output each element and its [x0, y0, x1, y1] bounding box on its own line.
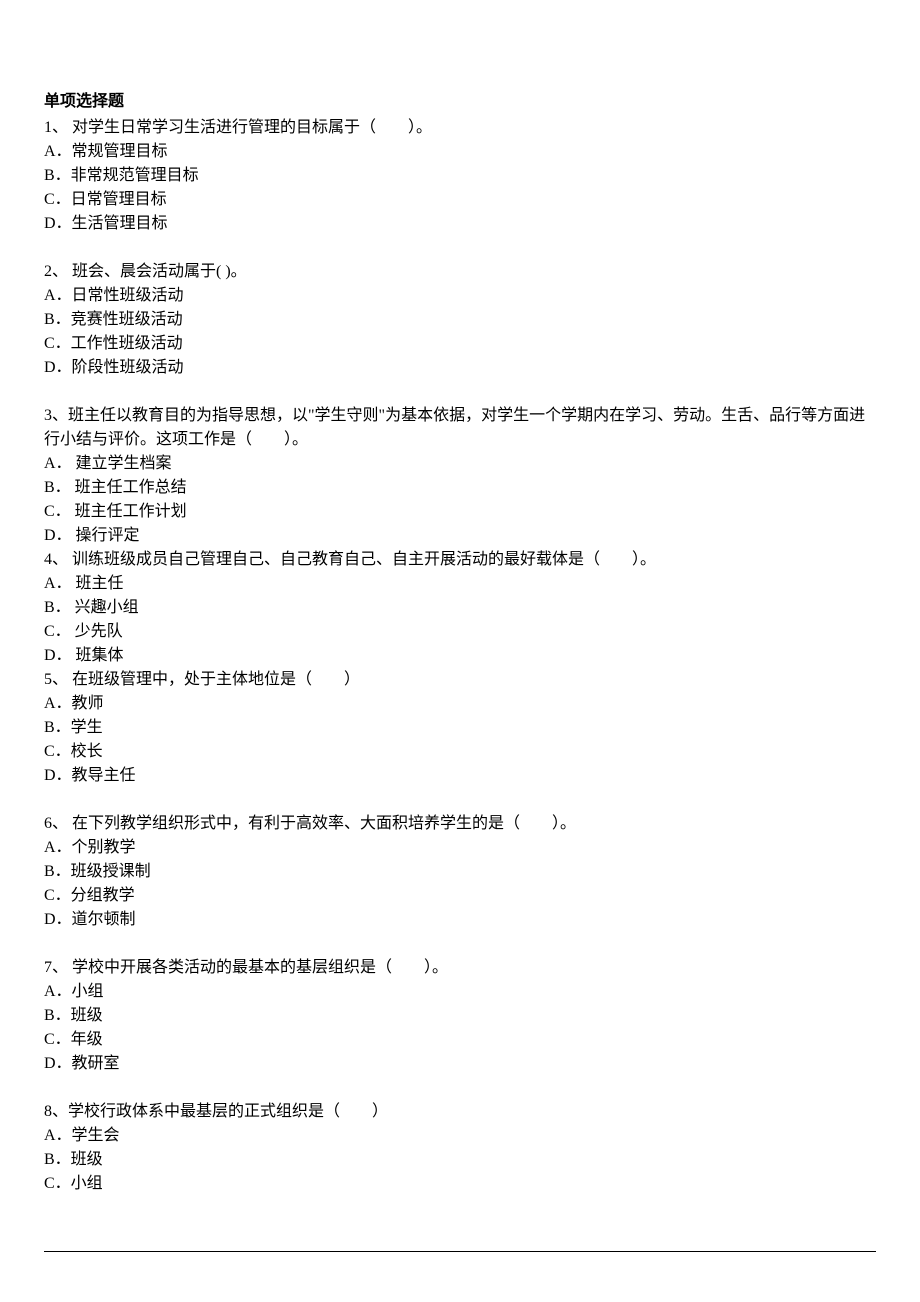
- option-b: B． 兴趣小组: [44, 596, 876, 620]
- question-block: 8、学校行政体系中最基层的正式组织是（ ） A．学生会 B．班级 C．小组: [44, 1100, 876, 1196]
- question-block: 2、 班会、晨会活动属于( )。 A．日常性班级活动 B．竞赛性班级活动 C．工…: [44, 260, 876, 380]
- question-block: 1、 对学生日常学习生活进行管理的目标属于（ ）。 A．常规管理目标 B．非常规…: [44, 116, 876, 236]
- option-a: A． 班主任: [44, 572, 876, 596]
- option-b: B．学生: [44, 716, 876, 740]
- option-a: A．个别教学: [44, 836, 876, 860]
- question-block: 4、 训练班级成员自己管理自己、自己教育自己、自主开展活动的最好载体是（ ）。 …: [44, 548, 876, 668]
- option-b: B．班级: [44, 1004, 876, 1028]
- question-stem: 4、 训练班级成员自己管理自己、自己教育自己、自主开展活动的最好载体是（ ）。: [44, 548, 876, 572]
- option-a: A．常规管理目标: [44, 140, 876, 164]
- option-d: D．教研室: [44, 1052, 876, 1076]
- option-d: D．道尔顿制: [44, 908, 876, 932]
- question-stem: 1、 对学生日常学习生活进行管理的目标属于（ ）。: [44, 116, 876, 140]
- question-stem: 3、班主任以教育目的为指导思想，以"学生守则"为基本依据，对学生一个学期内在学习…: [44, 404, 876, 452]
- question-block: 3、班主任以教育目的为指导思想，以"学生守则"为基本依据，对学生一个学期内在学习…: [44, 404, 876, 548]
- footer-divider: [44, 1251, 876, 1252]
- option-c: C． 少先队: [44, 620, 876, 644]
- option-d: D． 班集体: [44, 644, 876, 668]
- option-a: A．学生会: [44, 1124, 876, 1148]
- option-d: D．阶段性班级活动: [44, 356, 876, 380]
- option-b: B．竞赛性班级活动: [44, 308, 876, 332]
- option-c: C．小组: [44, 1172, 876, 1196]
- option-c: C．校长: [44, 740, 876, 764]
- option-a: A．日常性班级活动: [44, 284, 876, 308]
- option-c: C． 班主任工作计划: [44, 500, 876, 524]
- option-c: C．分组教学: [44, 884, 876, 908]
- option-b: B．非常规范管理目标: [44, 164, 876, 188]
- option-a: A．教师: [44, 692, 876, 716]
- option-d: D．教导主任: [44, 764, 876, 788]
- option-c: C．年级: [44, 1028, 876, 1052]
- question-block: 5、 在班级管理中，处于主体地位是（ ） A．教师 B．学生 C．校长 D．教导…: [44, 668, 876, 788]
- option-d: D． 操行评定: [44, 524, 876, 548]
- option-c: C．日常管理目标: [44, 188, 876, 212]
- option-b: B．班级授课制: [44, 860, 876, 884]
- option-c: C．工作性班级活动: [44, 332, 876, 356]
- option-b: B． 班主任工作总结: [44, 476, 876, 500]
- question-stem: 6、 在下列教学组织形式中，有利于高效率、大面积培养学生的是（ ）。: [44, 812, 876, 836]
- question-stem: 5、 在班级管理中，处于主体地位是（ ）: [44, 668, 876, 692]
- question-stem: 7、 学校中开展各类活动的最基本的基层组织是（ ）。: [44, 956, 876, 980]
- question-stem: 8、学校行政体系中最基层的正式组织是（ ）: [44, 1100, 876, 1124]
- option-d: D．生活管理目标: [44, 212, 876, 236]
- section-title: 单项选择题: [44, 90, 876, 114]
- question-stem: 2、 班会、晨会活动属于( )。: [44, 260, 876, 284]
- option-b: B．班级: [44, 1148, 876, 1172]
- option-a: A． 建立学生档案: [44, 452, 876, 476]
- question-block: 6、 在下列教学组织形式中，有利于高效率、大面积培养学生的是（ ）。 A．个别教…: [44, 812, 876, 932]
- option-a: A．小组: [44, 980, 876, 1004]
- question-block: 7、 学校中开展各类活动的最基本的基层组织是（ ）。 A．小组 B．班级 C．年…: [44, 956, 876, 1076]
